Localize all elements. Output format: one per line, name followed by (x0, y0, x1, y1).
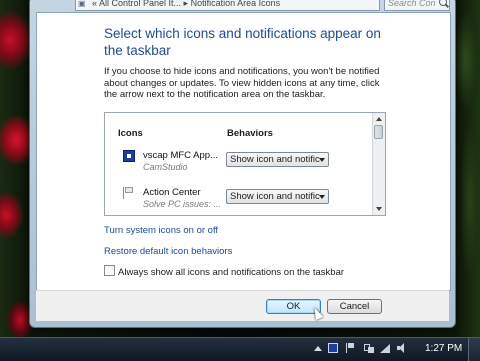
page-description: If you choose to hide icons and notifica… (104, 66, 380, 100)
control-panel-window: ▣ « All Control Panel It... ▸ Notificati… (29, 0, 456, 328)
network-icon[interactable] (364, 343, 374, 353)
always-show-checkbox[interactable] (104, 265, 115, 276)
action-center-flag-icon[interactable] (346, 343, 356, 353)
cancel-button[interactable]: Cancel (327, 299, 382, 314)
taskbar: 1:27 PM (0, 337, 480, 361)
behavior-value: Show icon and notific (230, 154, 320, 165)
behavior-value: Show icon and notific (230, 191, 320, 202)
vertical-scrollbar[interactable] (372, 113, 385, 215)
signal-strength-icon[interactable] (380, 343, 390, 353)
taskbar-clock[interactable]: 1:27 PM (425, 343, 462, 354)
show-hidden-icons-icon[interactable] (314, 346, 322, 351)
app-name: Action Center (143, 187, 201, 198)
vscap-tray-icon[interactable] (328, 343, 338, 353)
behavior-dropdown[interactable]: Show icon and notific (226, 152, 329, 167)
scroll-up-arrow-icon[interactable] (374, 114, 384, 124)
always-show-option[interactable]: Always show all icons and notifications … (104, 265, 344, 278)
button-bar: OK Cancel (36, 290, 449, 321)
app-subtitle: CamStudio (143, 162, 188, 172)
column-header-icons: Icons (118, 128, 143, 139)
main-content: Select which icons and notifications app… (36, 12, 451, 291)
speaker-icon[interactable] (397, 343, 407, 353)
flag-icon (123, 187, 135, 199)
app-name: vscap MFC App... (143, 150, 218, 161)
show-desktop-button[interactable] (468, 338, 480, 361)
vscap-icon (123, 150, 135, 162)
chevron-down-icon (319, 158, 325, 162)
control-panel-icon: ▣ (78, 0, 86, 8)
search-input[interactable]: Search Con (384, 0, 450, 11)
chevron-down-icon (319, 195, 325, 199)
search-icon[interactable] (439, 0, 447, 6)
address-bar[interactable]: ▣ « All Control Panel It... ▸ Notificati… (75, 0, 380, 11)
page-title: Select which icons and notifications app… (104, 26, 381, 58)
restore-defaults-link[interactable]: Restore default icon behaviors (104, 246, 232, 257)
column-header-behaviors: Behaviors (227, 128, 273, 139)
list-item: Action Center Solve PC issues: ... Show … (105, 187, 371, 215)
system-icons-link[interactable]: Turn system icons on or off (104, 225, 218, 236)
scroll-down-arrow-icon[interactable] (374, 204, 384, 214)
address-path: « All Control Panel It... ▸ Notification… (92, 0, 281, 8)
list-item: vscap MFC App... CamStudio Show icon and… (105, 150, 371, 184)
behavior-dropdown[interactable]: Show icon and notific (226, 189, 329, 204)
scroll-thumb[interactable] (374, 125, 383, 139)
search-placeholder: Search Con (388, 0, 436, 8)
app-subtitle: Solve PC issues: ... (143, 199, 222, 209)
icons-list: Icons Behaviors vscap MFC App... CamStud… (104, 112, 386, 216)
checkbox-label: Always show all icons and notifications … (118, 267, 345, 278)
